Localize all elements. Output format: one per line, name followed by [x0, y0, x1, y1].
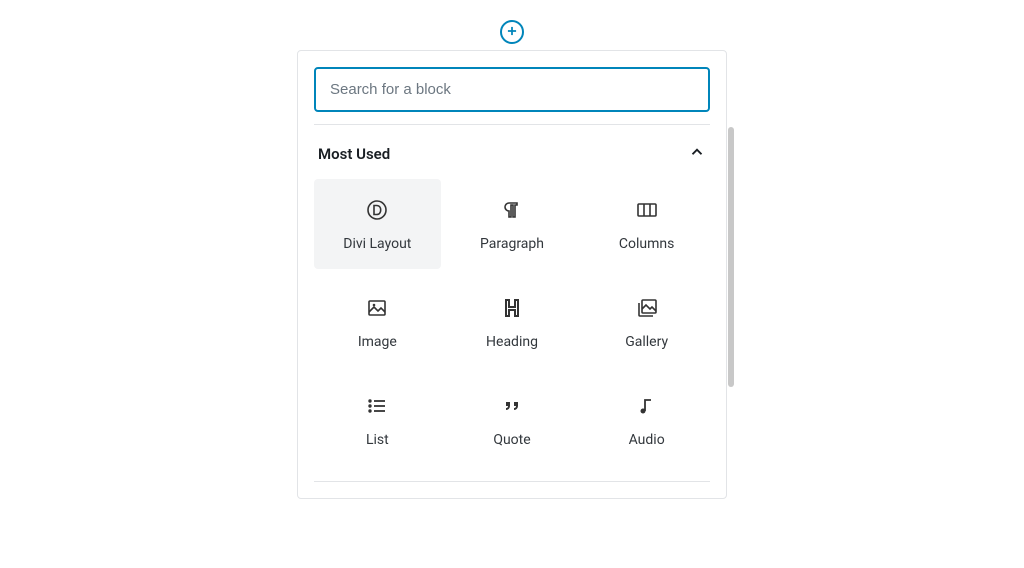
- quote-icon: [498, 392, 526, 420]
- scrollbar[interactable]: [728, 127, 734, 387]
- block-heading[interactable]: Heading: [449, 277, 576, 367]
- image-icon: [363, 294, 391, 322]
- search-input[interactable]: [314, 67, 710, 112]
- block-paragraph[interactable]: Paragraph: [449, 179, 576, 269]
- most-used-section: Most Used Divi Layout: [314, 124, 710, 482]
- block-divi-layout[interactable]: Divi Layout: [314, 179, 441, 269]
- block-label: Heading: [486, 334, 538, 350]
- block-label: Image: [358, 334, 397, 350]
- block-inserter-panel: Most Used Divi Layout: [297, 50, 727, 499]
- gallery-icon: [633, 294, 661, 322]
- block-columns[interactable]: Columns: [583, 179, 710, 269]
- add-block-button[interactable]: [500, 20, 524, 44]
- block-image[interactable]: Image: [314, 277, 441, 367]
- block-gallery[interactable]: Gallery: [583, 277, 710, 367]
- block-quote[interactable]: Quote: [449, 375, 576, 465]
- block-label: Quote: [493, 432, 530, 448]
- heading-icon: [498, 294, 526, 322]
- divider: [314, 481, 710, 482]
- block-label: Columns: [619, 236, 674, 252]
- paragraph-icon: [498, 196, 526, 224]
- section-title: Most Used: [318, 145, 390, 163]
- section-header[interactable]: Most Used: [314, 137, 710, 179]
- columns-icon: [633, 196, 661, 224]
- block-label: Gallery: [625, 334, 668, 350]
- list-icon: [363, 392, 391, 420]
- block-label: Audio: [629, 432, 665, 448]
- block-label: Paragraph: [480, 236, 544, 252]
- block-grid: Divi Layout Paragraph: [314, 179, 710, 465]
- block-label: Divi Layout: [343, 236, 411, 252]
- block-label: List: [366, 432, 389, 448]
- block-audio[interactable]: Audio: [583, 375, 710, 465]
- chevron-up-icon: [688, 143, 706, 165]
- divi-icon: [363, 196, 391, 224]
- audio-icon: [633, 392, 661, 420]
- plus-icon: [505, 23, 519, 42]
- block-list[interactable]: List: [314, 375, 441, 465]
